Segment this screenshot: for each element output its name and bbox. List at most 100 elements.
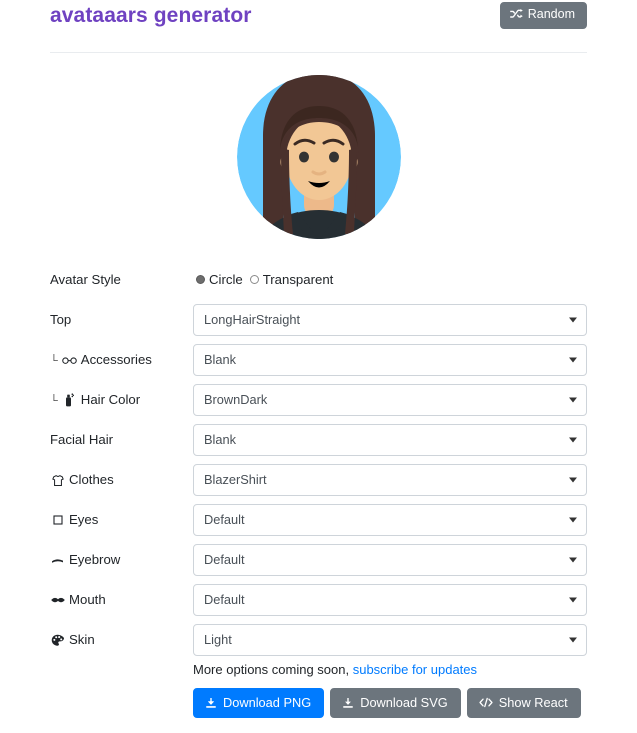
chevron-down-icon <box>569 437 577 443</box>
row-skin: Skin Light <box>50 620 587 660</box>
avatar-image <box>236 75 401 239</box>
chevron-down-icon <box>569 557 577 563</box>
select-skin-value: Light <box>204 631 232 647</box>
download-png-label: Download PNG <box>223 695 312 710</box>
avatar-style-radio-group: Circle Transparent <box>193 272 587 288</box>
page-header: avataaars generator Random <box>0 0 637 47</box>
row-eyebrow: Eyebrow Default <box>50 540 587 580</box>
select-top-value: LongHairStraight <box>204 311 301 327</box>
chevron-down-icon <box>569 637 577 643</box>
download-svg-button[interactable]: Download SVG <box>330 688 461 719</box>
label-eyes: Eyes <box>50 513 193 527</box>
show-react-label: Show React <box>498 695 568 710</box>
chevron-down-icon <box>569 397 577 403</box>
radio-circle-indicator[interactable] <box>196 275 205 285</box>
label-accessories: └ Accessories <box>50 353 193 367</box>
avatar-style-label: Avatar Style <box>50 273 193 286</box>
label-eyebrow-text: Eyebrow <box>69 552 121 568</box>
field-eyes: Default <box>193 504 587 536</box>
select-eyes-value: Default <box>204 511 245 527</box>
chevron-down-icon <box>569 517 577 523</box>
select-accessories-value: Blank <box>204 351 237 367</box>
subscribe-link[interactable]: subscribe for updates <box>353 662 477 677</box>
select-hair-color[interactable]: BrownDark <box>193 384 587 416</box>
label-mouth-text: Mouth <box>69 592 106 608</box>
more-options-text: More options coming soon, <box>193 662 350 677</box>
select-eyebrow[interactable]: Default <box>193 544 587 576</box>
radio-transparent-label: Transparent <box>262 272 334 288</box>
spray-can-icon <box>62 393 77 407</box>
label-hair-color: └ Hair Color <box>50 393 193 407</box>
label-skin: Skin <box>50 633 193 647</box>
field-facial-hair: Blank <box>193 424 587 456</box>
radio-transparent-indicator[interactable] <box>249 275 259 285</box>
label-clothes: Clothes <box>50 473 193 487</box>
sub-item-marker: └ <box>50 354 58 367</box>
footer-content: More options coming soon, subscribe for … <box>193 661 587 719</box>
radio-circle-label: Circle <box>209 272 243 288</box>
chevron-down-icon <box>569 317 577 323</box>
radio-option-transparent[interactable]: Transparent <box>249 272 334 288</box>
mouth-icon <box>50 593 65 607</box>
label-mouth: Mouth <box>50 593 193 607</box>
select-facial-hair[interactable]: Blank <box>193 424 587 456</box>
field-eyebrow: Default <box>193 544 587 576</box>
shuffle-icon <box>509 9 523 20</box>
select-hair-color-value: BrownDark <box>204 391 268 407</box>
glasses-icon <box>62 353 77 367</box>
row-clothes: Clothes BlazerShirt <box>50 460 587 500</box>
radio-option-circle[interactable]: Circle <box>196 272 243 288</box>
label-clothes-text: Clothes <box>69 472 114 488</box>
select-eyes[interactable]: Default <box>193 504 587 536</box>
avatar-style-label-text: Avatar Style <box>50 272 121 288</box>
select-top[interactable]: LongHairStraight <box>193 304 587 336</box>
select-clothes[interactable]: BlazerShirt <box>193 464 587 496</box>
select-clothes-value: BlazerShirt <box>204 471 267 487</box>
avataaars-generator-page: avataaars generator Random Avatar Style … <box>0 0 637 733</box>
palette-icon <box>50 633 65 647</box>
eyebrow-icon <box>50 553 65 567</box>
label-eyebrow: Eyebrow <box>50 553 193 567</box>
label-facial-hair: Facial Hair <box>50 433 193 446</box>
field-top: LongHairStraight <box>193 304 587 336</box>
show-react-button[interactable]: Show React <box>466 688 581 719</box>
label-facial-hair-text: Facial Hair <box>50 432 114 448</box>
download-svg-label: Download SVG <box>360 695 448 710</box>
random-button[interactable]: Random <box>499 2 587 29</box>
row-avatar-style: Avatar Style Circle Transparent <box>50 260 587 300</box>
field-mouth: Default <box>193 584 587 616</box>
code-icon <box>479 697 493 708</box>
avatar-style-field: Circle Transparent <box>193 272 587 288</box>
select-skin[interactable]: Light <box>193 624 587 656</box>
eye-square-icon <box>50 513 65 527</box>
select-mouth[interactable]: Default <box>193 584 587 616</box>
label-eyes-text: Eyes <box>69 512 99 528</box>
download-png-button[interactable]: Download PNG <box>193 688 325 719</box>
label-top-text: Top <box>50 312 72 328</box>
header-divider <box>50 52 587 53</box>
select-mouth-value: Default <box>204 591 245 607</box>
row-accessories: └ Accessories Blank <box>50 340 587 380</box>
field-skin: Light <box>193 624 587 656</box>
select-facial-hair-value: Blank <box>204 431 237 447</box>
field-hair-color: BrownDark <box>193 384 587 416</box>
label-top: Top <box>50 313 193 326</box>
avatar-options-form: Avatar Style Circle Transparent Top Long… <box>0 260 637 660</box>
select-accessories[interactable]: Blank <box>193 344 587 376</box>
download-icon <box>342 697 354 709</box>
label-hair-color-text: Hair Color <box>80 392 141 408</box>
random-button-label: Random <box>527 7 575 21</box>
chevron-down-icon <box>569 357 577 363</box>
field-clothes: BlazerShirt <box>193 464 587 496</box>
row-top: Top LongHairStraight <box>50 300 587 340</box>
tshirt-icon <box>50 473 65 487</box>
page-footer: More options coming soon, subscribe for … <box>0 661 637 719</box>
page-title: avataaars generator <box>50 4 252 27</box>
avatar-preview <box>0 64 637 249</box>
action-buttons: Download PNG Download SVG Show React <box>193 688 587 719</box>
row-mouth: Mouth Default <box>50 580 587 620</box>
chevron-down-icon <box>569 597 577 603</box>
download-icon <box>205 697 217 709</box>
sub-item-marker: └ <box>50 394 58 407</box>
select-eyebrow-value: Default <box>204 551 245 567</box>
